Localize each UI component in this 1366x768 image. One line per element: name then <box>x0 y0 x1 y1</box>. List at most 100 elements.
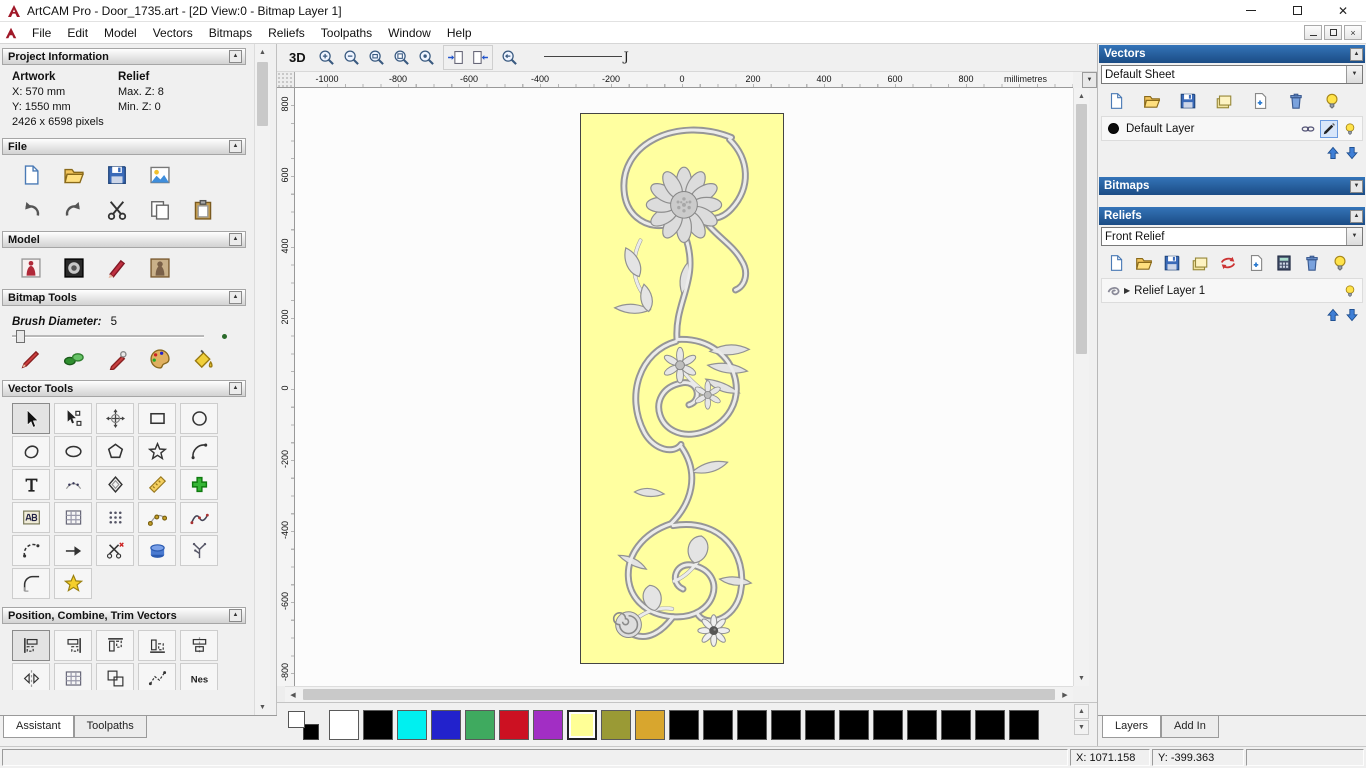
transform-vectors-icon[interactable] <box>96 403 134 434</box>
undo-icon[interactable] <box>18 197 44 223</box>
offset-vector-icon[interactable] <box>96 469 134 500</box>
photo-relief-icon[interactable] <box>147 255 173 281</box>
new-relief-layer-icon[interactable] <box>1106 253 1126 273</box>
foreground-colour-swatch[interactable] <box>288 710 305 728</box>
canvas-scroll-down-button[interactable]: ▼ <box>1074 670 1089 686</box>
palette-swatch-16[interactable] <box>873 709 903 740</box>
model-wizard-icon[interactable] <box>18 255 44 281</box>
zoom-fit-icon[interactable] <box>391 47 412 68</box>
paste-icon[interactable] <box>190 197 216 223</box>
palette-swatch-18[interactable] <box>941 709 971 740</box>
zoom-out-icon[interactable] <box>341 47 362 68</box>
tab-add-in[interactable]: Add In <box>1161 716 1219 738</box>
text-block-icon[interactable] <box>12 502 50 533</box>
node-editing-icon[interactable] <box>54 403 92 434</box>
layer-visibility-icon[interactable] <box>1342 121 1358 137</box>
palette-swatch-14[interactable] <box>805 709 835 740</box>
cut-vector-icon[interactable] <box>96 535 134 566</box>
palette-swatch-20[interactable] <box>1009 709 1039 740</box>
select-vectors-icon[interactable] <box>12 403 50 434</box>
menu-item-edit[interactable]: Edit <box>59 23 96 43</box>
import-image-icon[interactable] <box>147 162 173 188</box>
palette-swatch-11[interactable] <box>703 709 733 740</box>
palette-swatch-13[interactable] <box>771 709 801 740</box>
align-centre-icon[interactable] <box>180 630 218 661</box>
canvas-horizontal-scrollbar[interactable]: ◀ ▶ <box>285 686 1073 703</box>
transfer-relief-icon[interactable] <box>1218 253 1238 273</box>
menu-item-help[interactable]: Help <box>439 23 480 43</box>
save-vector-layer-icon[interactable] <box>1178 91 1198 111</box>
collapse-model-button[interactable]: ▲ <box>229 233 242 246</box>
palette-swatch-1[interactable] <box>363 709 393 740</box>
delete-relief-layer-icon[interactable] <box>1302 253 1322 273</box>
create-text-icon[interactable] <box>12 469 50 500</box>
align-right-icon[interactable] <box>54 630 92 661</box>
cut-icon[interactable] <box>104 197 130 223</box>
relief-thumbnail-icon[interactable] <box>1106 283 1122 299</box>
minimize-button[interactable] <box>1228 0 1274 22</box>
relief-layer-row[interactable]: ▶ Relief Layer 1 <box>1101 278 1363 303</box>
zoom-box-icon[interactable] <box>366 47 387 68</box>
paste-along-curve-icon[interactable] <box>138 502 176 533</box>
palette-swatch-6[interactable] <box>533 709 563 740</box>
collapse-vectors-button[interactable]: ▲ <box>1350 47 1363 61</box>
create-ellipse-icon[interactable] <box>54 436 92 467</box>
new-vector-layer-icon[interactable] <box>1106 91 1126 111</box>
layer-edit-icon[interactable] <box>1320 119 1338 138</box>
align-left-icon[interactable] <box>12 630 50 661</box>
blank-relief-icon[interactable] <box>1246 253 1266 273</box>
fit-arcs-icon[interactable] <box>180 535 218 566</box>
mdi-close-button[interactable]: × <box>1344 25 1362 40</box>
palette-scrollbar[interactable]: ▲ ▼ <box>1074 704 1089 736</box>
palette-swatch-9[interactable] <box>635 709 665 740</box>
menu-item-file[interactable]: File <box>24 23 59 43</box>
mirror-vectors-icon[interactable] <box>12 663 50 690</box>
canvas-scroll-up-button[interactable]: ▲ <box>1074 88 1089 104</box>
extrude-tool-icon[interactable] <box>138 535 176 566</box>
copy-icon[interactable] <box>147 197 173 223</box>
tab-assistant[interactable]: Assistant <box>3 716 74 738</box>
left-panel-scrollbar[interactable]: ▲ ▼ <box>254 44 270 715</box>
calculate-relief-icon[interactable] <box>1274 253 1294 273</box>
move-layer-up-icon[interactable] <box>1325 145 1341 161</box>
layer-link-icon[interactable] <box>1300 121 1316 137</box>
block-array-icon[interactable] <box>54 663 92 690</box>
save-model-icon[interactable] <box>104 162 130 188</box>
spline-smoothness-widget[interactable]: J <box>543 50 629 65</box>
adjust-image-icon[interactable] <box>61 255 87 281</box>
redo-icon[interactable] <box>61 197 87 223</box>
canvas-vscroll-thumb[interactable] <box>1076 104 1087 354</box>
fillet-tool-icon[interactable] <box>12 568 50 599</box>
tab-toolpaths[interactable]: Toolpaths <box>73 716 147 738</box>
create-arc-icon[interactable] <box>180 436 218 467</box>
scroll-up-button[interactable]: ▲ <box>255 44 270 60</box>
collapse-file-button[interactable]: ▲ <box>229 140 242 153</box>
collapse-reliefs-button[interactable]: ▲ <box>1350 209 1363 223</box>
vector-layer-row[interactable]: Default Layer <box>1101 116 1363 141</box>
sheet-stack-icon[interactable] <box>1214 91 1234 111</box>
bitmap-canvas[interactable] <box>580 113 784 664</box>
create-polyline-icon[interactable] <box>12 436 50 467</box>
palette-swatch-12[interactable] <box>737 709 767 740</box>
background-colour-swatch[interactable] <box>303 723 319 740</box>
zoom-object-icon[interactable] <box>416 47 437 68</box>
chevron-down-icon[interactable]: ▼ <box>1346 66 1362 83</box>
canvas-scroll-left-button[interactable]: ◀ <box>285 686 301 703</box>
block-copy-icon[interactable] <box>54 502 92 533</box>
collapse-vector-tools-button[interactable]: ▲ <box>229 382 242 395</box>
show-relief-layers-icon[interactable] <box>1330 253 1350 273</box>
canvas-hscroll-thumb[interactable] <box>303 689 1055 700</box>
palette-scroll-down-button[interactable]: ▼ <box>1074 720 1089 735</box>
brush-diameter-slider[interactable] <box>12 330 204 343</box>
sculpt-tool-icon[interactable] <box>104 255 130 281</box>
create-polygon-icon[interactable] <box>96 436 134 467</box>
menu-item-toolpaths[interactable]: Toolpaths <box>313 23 380 43</box>
palette-swatch-17[interactable] <box>907 709 937 740</box>
mdi-restore-button[interactable] <box>1324 25 1342 40</box>
menu-item-window[interactable]: Window <box>380 23 439 43</box>
layer-colour-swatch[interactable] <box>1108 123 1119 134</box>
palette-swatch-10[interactable] <box>669 709 699 740</box>
tab-layers[interactable]: Layers <box>1102 716 1162 738</box>
close-button[interactable]: ✕ <box>1320 0 1366 22</box>
expand-bitmaps-button[interactable]: ▼ <box>1350 179 1363 193</box>
